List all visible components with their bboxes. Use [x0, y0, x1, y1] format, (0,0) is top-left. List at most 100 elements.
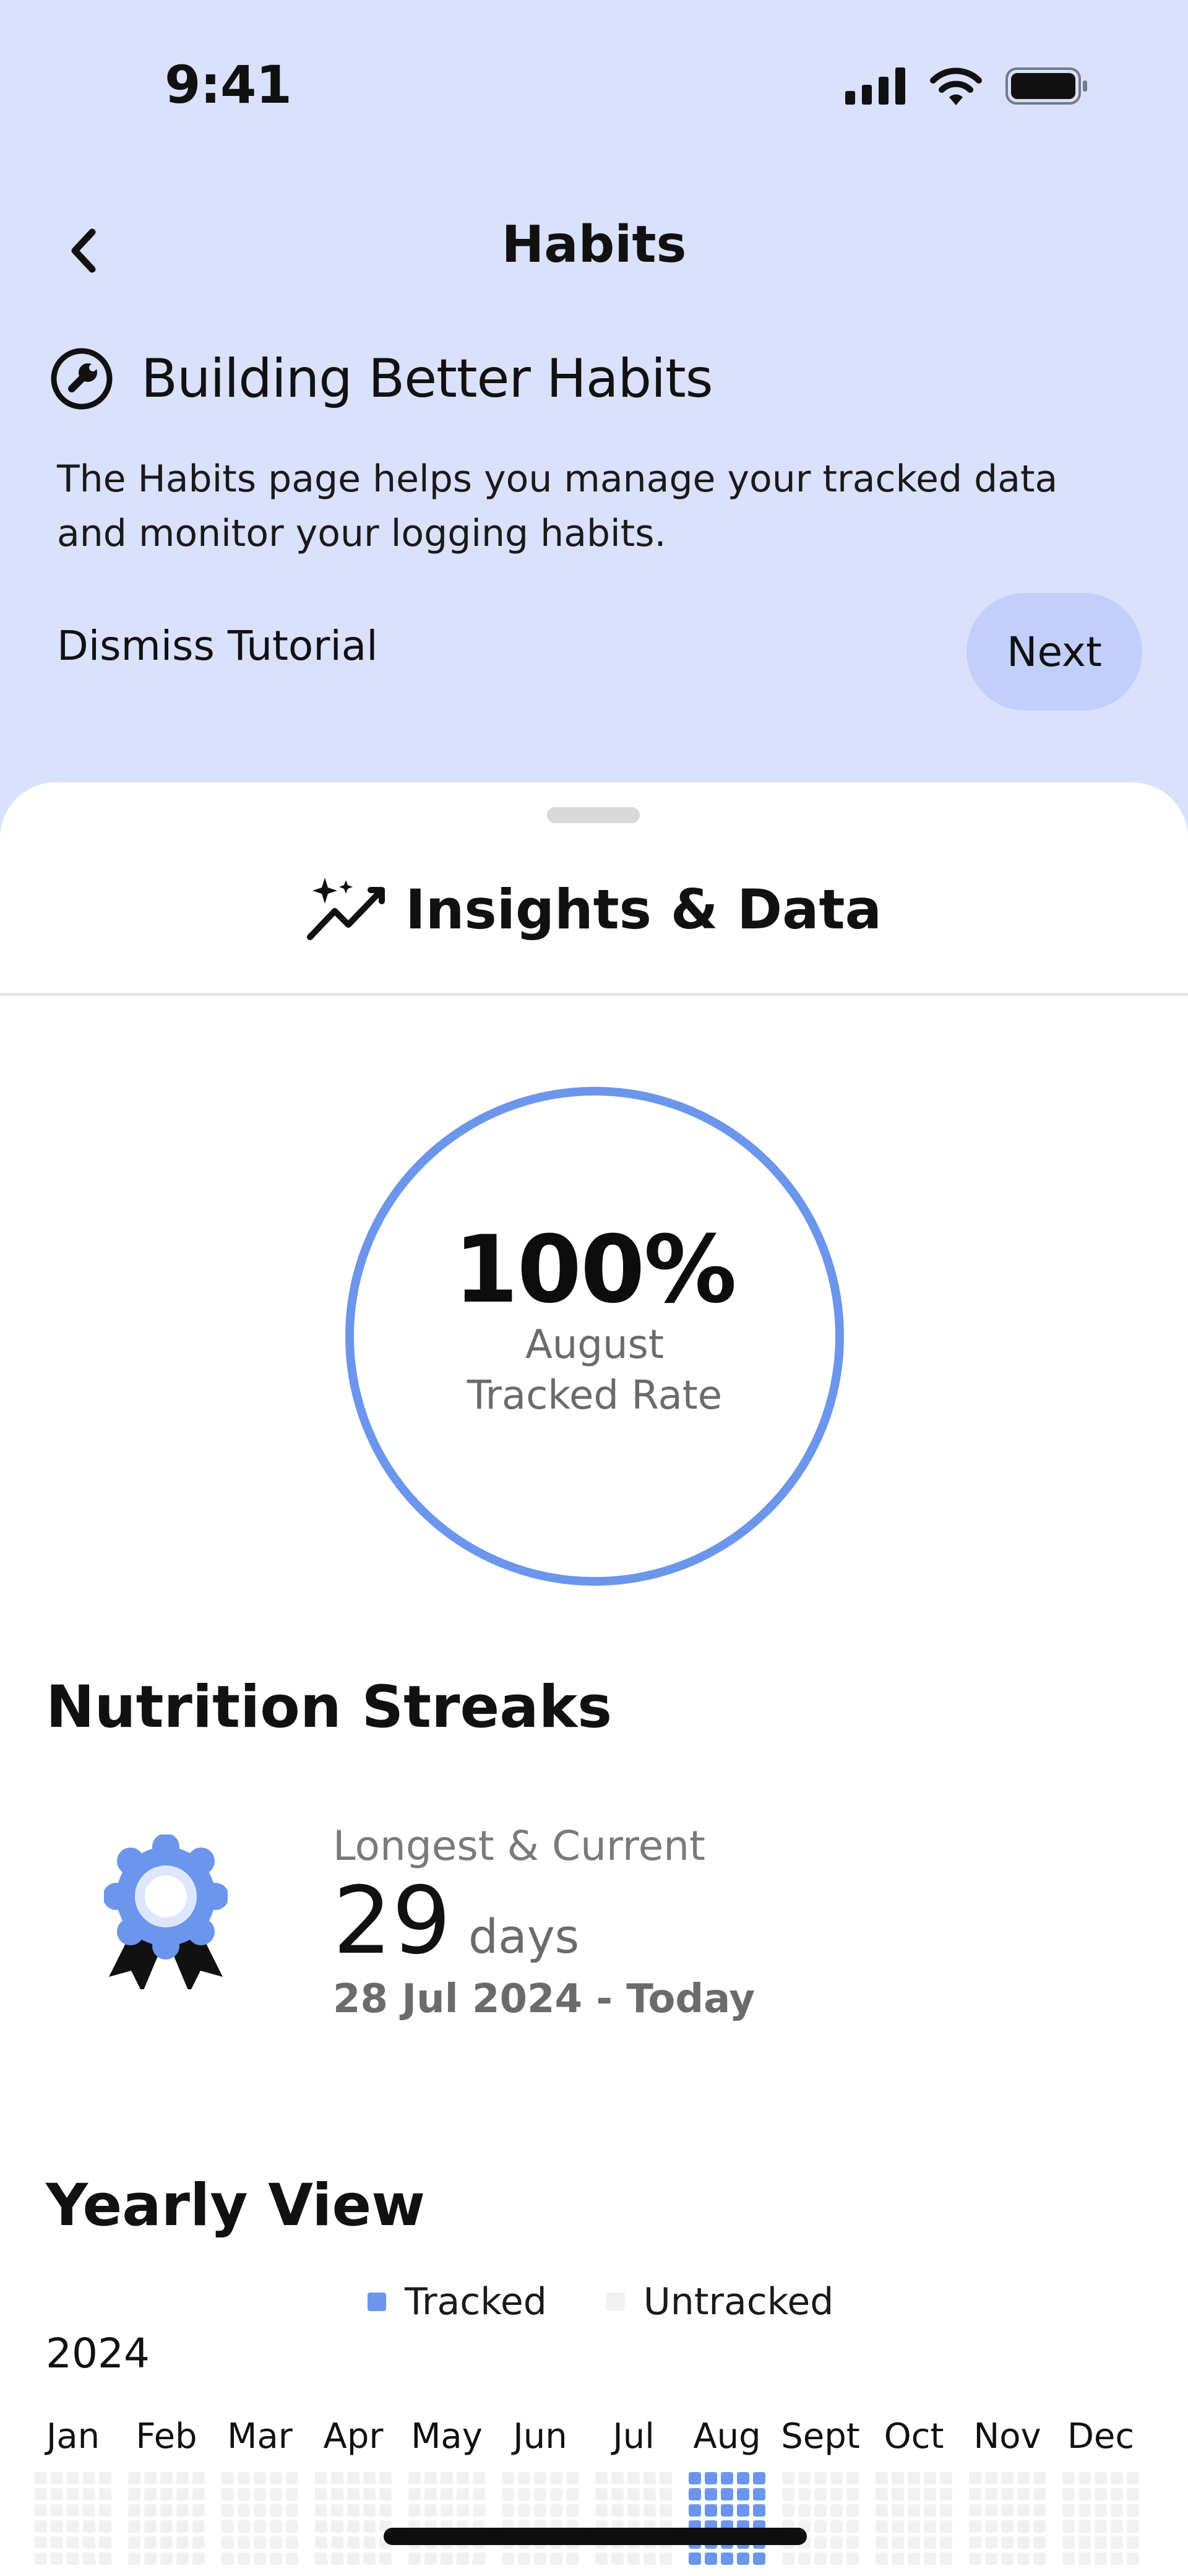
month-heatmap-mar	[222, 2472, 298, 2565]
day-cell	[144, 2520, 157, 2533]
day-cell	[940, 2472, 952, 2484]
day-cell	[1078, 2472, 1091, 2484]
day-cell	[1017, 2552, 1030, 2565]
day-cell	[1127, 2488, 1139, 2500]
day-cell	[518, 2472, 530, 2484]
month-heatmap-sept	[782, 2472, 859, 2565]
day-cell	[238, 2536, 250, 2549]
day-cell	[566, 2552, 579, 2565]
day-cell	[424, 2552, 437, 2565]
day-cell	[985, 2488, 997, 2500]
month-label: May	[411, 2416, 483, 2457]
day-cell	[379, 2504, 392, 2517]
day-cell	[876, 2536, 888, 2549]
day-cell	[160, 2536, 173, 2549]
day-cell	[363, 2536, 376, 2549]
day-cell	[286, 2488, 298, 2500]
day-cell	[924, 2504, 936, 2517]
month-heatmap-jun	[502, 2472, 579, 2565]
day-cell	[1111, 2536, 1123, 2549]
day-cell	[347, 2504, 359, 2517]
wifi-icon	[930, 67, 982, 105]
day-cell	[969, 2536, 981, 2549]
day-cell	[908, 2552, 920, 2565]
day-cell	[457, 2472, 469, 2484]
day-cell	[566, 2488, 579, 2500]
day-cell	[315, 2488, 327, 2500]
day-cell	[238, 2504, 250, 2517]
day-cell	[782, 2552, 794, 2565]
sheet-title: Insights & Data	[405, 877, 882, 941]
day-cell	[222, 2472, 234, 2484]
day-cell	[424, 2488, 437, 2500]
day-cell	[753, 2504, 765, 2517]
day-cell	[441, 2472, 453, 2484]
month-label: Jun	[513, 2416, 567, 2457]
day-cell	[67, 2504, 79, 2517]
day-cell	[550, 2504, 562, 2517]
status-time: 9:41	[165, 54, 292, 115]
month-label: Apr	[323, 2416, 384, 2457]
day-cell	[254, 2536, 266, 2549]
day-cell	[782, 2488, 794, 2500]
sheet-divider	[0, 993, 1188, 996]
day-cell	[128, 2552, 140, 2565]
day-cell	[51, 2520, 63, 2533]
sheet-grabber[interactable]	[547, 807, 640, 823]
day-cell	[940, 2536, 952, 2549]
tracked-rate-month: August	[525, 1322, 664, 1368]
day-cell	[846, 2520, 859, 2533]
day-cell	[846, 2536, 859, 2549]
day-cell	[1095, 2504, 1107, 2517]
day-cell	[846, 2552, 859, 2565]
day-cell	[128, 2488, 140, 2500]
month-heatmap-oct	[876, 2472, 952, 2565]
day-cell	[1078, 2520, 1091, 2533]
day-cell	[1111, 2552, 1123, 2565]
day-cell	[737, 2488, 749, 2500]
day-cell	[176, 2520, 189, 2533]
day-cell	[160, 2552, 173, 2565]
day-cell	[144, 2472, 157, 2484]
streak-info: Longest & Current 29 days 28 Jul 2024 - …	[333, 1822, 755, 2022]
day-cell	[270, 2472, 282, 2484]
day-cell	[473, 2488, 485, 2500]
month-label: Jul	[613, 2416, 655, 2457]
day-cell	[363, 2472, 376, 2484]
day-cell	[534, 2504, 546, 2517]
day-cell	[192, 2472, 205, 2484]
next-button[interactable]: Next	[966, 593, 1142, 711]
month-label: Nov	[973, 2416, 1041, 2457]
day-cell	[315, 2520, 327, 2533]
day-cell	[1095, 2536, 1107, 2549]
day-cell	[347, 2472, 359, 2484]
day-cell	[379, 2472, 392, 2484]
day-cell	[830, 2504, 843, 2517]
day-cell	[846, 2472, 859, 2484]
day-cell	[1127, 2552, 1139, 2565]
day-cell	[83, 2520, 95, 2533]
day-cell	[1062, 2536, 1075, 2549]
sheet-header: Insights & Data	[0, 863, 1188, 956]
day-cell	[969, 2472, 981, 2484]
day-cell	[192, 2536, 205, 2549]
day-cell	[363, 2488, 376, 2500]
day-cell	[176, 2552, 189, 2565]
day-cell	[969, 2520, 981, 2533]
day-cell	[689, 2552, 701, 2565]
battery-icon	[1005, 67, 1087, 105]
day-cell	[51, 2488, 63, 2500]
day-cell	[627, 2488, 640, 2500]
legend-label-tracked: Tracked	[405, 2280, 547, 2323]
day-cell	[315, 2504, 327, 2517]
day-cell	[830, 2536, 843, 2549]
day-cell	[35, 2552, 47, 2565]
dismiss-tutorial-button[interactable]: Dismiss Tutorial	[57, 622, 378, 670]
day-cell	[830, 2552, 843, 2565]
day-cell	[1127, 2536, 1139, 2549]
day-cell	[238, 2520, 250, 2533]
day-cell	[940, 2488, 952, 2500]
day-cell	[67, 2536, 79, 2549]
day-cell	[1001, 2472, 1014, 2484]
day-cell	[35, 2504, 47, 2517]
